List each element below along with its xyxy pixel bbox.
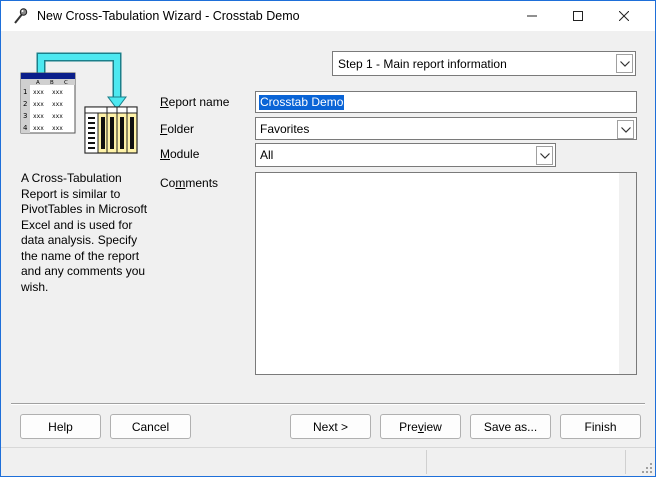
preview-button[interactable]: Pre v iew (380, 414, 461, 439)
folder-dropdown-button[interactable] (617, 120, 634, 139)
wizard-window: New Cross-Tabulation Wizard - Crosstab D… (0, 0, 656, 477)
report-name-value: Crosstab Demo (259, 95, 345, 110)
module-label-mnemonic: M (160, 147, 170, 161)
status-pane-divider (426, 450, 427, 474)
comments-label-pre: Co (160, 176, 176, 190)
wizard-wand-icon (14, 8, 28, 24)
maximize-button[interactable] (555, 1, 601, 31)
report-name-input[interactable]: Crosstab Demo (255, 91, 637, 113)
chevron-down-icon (620, 126, 631, 133)
finish-button[interactable]: Finish (560, 414, 641, 439)
step-selector-value: Step 1 - Main report information (338, 57, 507, 71)
comments-textarea[interactable] (255, 172, 637, 375)
comments-label-text: ments (185, 176, 219, 190)
preview-label-pre: Pre (399, 419, 418, 434)
report-name-label-mnemonic: R (160, 95, 169, 109)
status-pane-divider (625, 450, 626, 474)
cell-text: xxx (33, 113, 44, 120)
window-title: New Cross-Tabulation Wizard - Crosstab D… (37, 9, 300, 23)
folder-select[interactable]: Favorites (255, 117, 637, 140)
next-button[interactable]: Next > (290, 414, 371, 439)
row-header-1: 1 (23, 88, 27, 96)
close-button[interactable] (601, 1, 647, 31)
help-button[interactable]: Help (20, 414, 101, 439)
minimize-button[interactable] (509, 1, 555, 31)
col-header-b: B (50, 80, 54, 86)
module-label-text: odule (170, 147, 200, 161)
comments-label: Comments (160, 176, 218, 190)
module-label: Module (160, 147, 199, 161)
resize-grip-icon[interactable] (641, 462, 653, 474)
chevron-down-icon (619, 60, 630, 67)
folder-label-text: older (167, 122, 195, 136)
folder-value: Favorites (260, 122, 310, 136)
pivot-table-icon (84, 106, 138, 154)
comments-label-mnemonic: m (175, 176, 186, 190)
cell-text: xxx (33, 89, 44, 96)
button-separator (11, 403, 645, 405)
cell-text: xxx (52, 113, 63, 120)
step-dropdown-button[interactable] (616, 54, 633, 73)
minimize-icon (527, 15, 537, 17)
cell-text: xxx (33, 101, 44, 108)
row-header-3: 3 (23, 112, 27, 120)
cell-text: xxx (52, 101, 63, 108)
module-select[interactable]: All (255, 143, 556, 167)
maximize-icon (573, 11, 583, 21)
save-as-button[interactable]: Save as... (470, 414, 551, 439)
row-header-2: 2 (23, 100, 27, 108)
comments-scrollbar[interactable] (619, 173, 636, 374)
report-name-label: Report name (160, 95, 229, 109)
chevron-down-icon (539, 152, 550, 159)
cell-text: xxx (33, 125, 44, 132)
folder-label: Folder (160, 122, 194, 136)
col-header-a: A (36, 80, 40, 86)
status-bar (1, 447, 655, 476)
close-icon (619, 11, 629, 21)
wizard-description: A Cross-Tabulation Report is similar to … (21, 171, 148, 294)
cell-text: xxx (52, 89, 63, 96)
row-header-4: 4 (23, 124, 28, 132)
report-name-label-text: eport name (168, 95, 230, 109)
title-bar: New Cross-Tabulation Wizard - Crosstab D… (1, 1, 655, 31)
cancel-button[interactable]: Cancel (110, 414, 191, 439)
module-value: All (260, 148, 274, 162)
spreadsheet-icon: A B C 1 2 3 4 xxx xxx xxx xxx xxx xxx xx… (20, 72, 76, 134)
crosstab-illustration: A B C 1 2 3 4 xxx xxx xxx xxx xxx xxx xx… (20, 52, 138, 154)
cell-text: xxx (52, 125, 63, 132)
module-dropdown-button[interactable] (536, 146, 553, 165)
col-header-c: C (64, 80, 68, 86)
preview-label-rest: iew (423, 419, 442, 434)
step-selector[interactable]: Step 1 - Main report information (332, 51, 636, 76)
